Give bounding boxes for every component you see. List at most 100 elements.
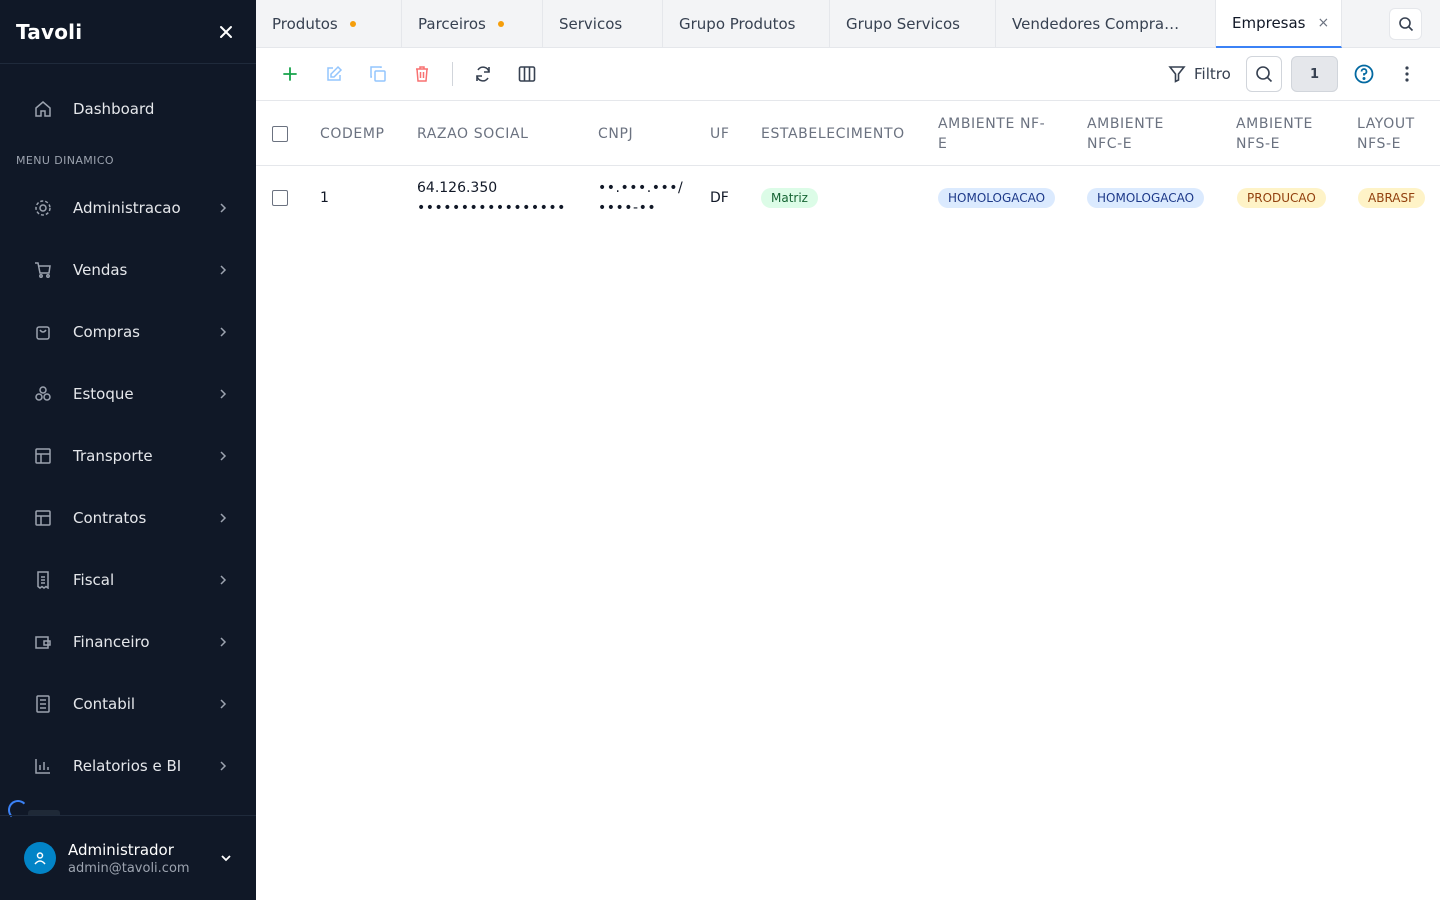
layout-icon <box>32 507 54 529</box>
toolbar-divider <box>452 62 453 86</box>
cart-icon <box>32 259 54 281</box>
tab-label: Servicos <box>559 15 623 33</box>
cell-uf: DF <box>710 190 729 206</box>
tab-empresas[interactable]: Empresas × <box>1216 0 1342 48</box>
filter-button[interactable]: Filtro <box>1168 62 1231 86</box>
column-header-codemp[interactable]: CODEMP <box>320 101 410 166</box>
search-button[interactable] <box>1246 56 1282 92</box>
user-icon <box>34 852 46 865</box>
sidebar-item-compras[interactable]: Compras <box>16 308 240 356</box>
cell-ambiente-nfse: PRODUCAO <box>1237 166 1326 230</box>
sidebar-item-financeiro[interactable]: Financeiro <box>16 618 240 666</box>
sidebar-item-estoque[interactable]: Estoque <box>16 370 240 418</box>
brand-logo: Tavoli <box>16 19 83 44</box>
unsaved-dot-icon <box>349 21 356 27</box>
user-name: Administrador <box>68 840 174 859</box>
sidebar-item-dashboard[interactable]: Dashboard <box>16 85 240 133</box>
chevron-right-icon <box>214 261 232 279</box>
plus-icon <box>283 67 297 81</box>
cell-codemp: 1 <box>320 190 329 206</box>
search-icon <box>1256 66 1273 83</box>
chevron-right-icon <box>214 323 232 341</box>
user-info: Administrador admin@tavoli.com <box>68 841 220 876</box>
tab-servicos[interactable]: Servicos <box>543 0 663 48</box>
tab-label: Vendedores Compra… <box>1012 15 1180 33</box>
boxes-icon <box>32 383 54 405</box>
sidebar-item-relatorios[interactable]: Relatorios e BI <box>16 742 240 790</box>
select-all-checkbox[interactable] <box>272 125 288 142</box>
sidebar-item-vendas[interactable]: Vendas <box>16 246 240 294</box>
menu-section-label: MENU DINAMICO <box>16 154 114 167</box>
status-badge: PRODUCAO <box>1237 188 1326 208</box>
user-menu[interactable]: Administrador admin@tavoli.com <box>0 815 256 900</box>
user-email: admin@tavoli.com <box>68 860 190 876</box>
sidebar-item-label: Financeiro <box>73 633 150 651</box>
status-badge: HOMOLOGACAO <box>938 188 1056 208</box>
data-table: CODEMP RAZAO SOCIAL CNPJ UF ESTABELECIME… <box>256 101 1440 230</box>
column-header-ambiente-nfse[interactable]: AMBIENTE NFS-E <box>1236 101 1346 166</box>
ledger-icon <box>32 693 54 715</box>
column-header-layout-nfse[interactable]: LAYOUT NFS-E <box>1357 101 1437 166</box>
select-all-cell <box>272 101 288 166</box>
column-header-estabelecimento[interactable]: ESTABELECIMENTO <box>761 101 921 166</box>
row-checkbox[interactable] <box>272 190 288 206</box>
tab-bar: Produtos Parceiros Servicos Grupo Produt… <box>256 0 1440 48</box>
sidebar-item-transporte[interactable]: Transporte <box>16 432 240 480</box>
search-icon <box>1398 17 1413 32</box>
toolbar: Filtro 1 <box>256 48 1440 101</box>
sidebar-item-label: Vendas <box>73 261 128 279</box>
sidebar-item-label: Relatorios e BI <box>73 757 182 775</box>
add-button[interactable] <box>278 62 302 86</box>
edit-button[interactable] <box>322 62 346 86</box>
sidebar-item-label: Contratos <box>73 509 147 527</box>
sidebar-item-fiscal[interactable]: Fiscal <box>16 556 240 604</box>
table-row[interactable]: 1 64.126.350 ••••••••••••••••• ••.•••.••… <box>256 166 1440 230</box>
trash-icon <box>416 66 428 82</box>
close-tab-icon[interactable]: × <box>1318 15 1330 31</box>
chevron-right-icon <box>214 199 232 217</box>
sidebar: Tavoli Dashboard MENU DINAMICO Administr… <box>0 0 256 900</box>
unsaved-dot-icon <box>497 21 504 27</box>
column-header-uf[interactable]: UF <box>710 101 750 166</box>
more-options-button[interactable] <box>1395 62 1419 86</box>
kebab-menu-icon <box>1405 66 1409 82</box>
avatar <box>24 842 56 874</box>
sidebar-item-administracao[interactable]: Administracao <box>16 184 240 232</box>
sidebar-item-label: Estoque <box>73 385 134 403</box>
columns-icon <box>518 66 536 82</box>
sidebar-item-contratos[interactable]: Contratos <box>16 494 240 542</box>
tab-label: Grupo Servicos <box>846 15 960 33</box>
close-sidebar-button[interactable] <box>212 18 240 46</box>
copy-icon <box>370 66 386 82</box>
column-header-cnpj[interactable]: CNPJ <box>598 101 698 166</box>
tab-produtos[interactable]: Produtos <box>256 0 402 48</box>
delete-button[interactable] <box>410 62 434 86</box>
tab-label: Produtos <box>272 15 338 33</box>
columns-button[interactable] <box>515 62 539 86</box>
sidebar-item-label: Compras <box>73 323 140 341</box>
chevron-right-icon <box>214 633 232 651</box>
column-header-ambiente-nfe[interactable]: AMBIENTE NF- E <box>938 101 1063 166</box>
chevron-right-icon <box>214 385 232 403</box>
duplicate-button[interactable] <box>366 62 390 86</box>
sidebar-item-label: Transporte <box>73 447 153 465</box>
filter-icon <box>1168 66 1186 83</box>
refresh-button[interactable] <box>471 62 495 86</box>
column-header-razao-social[interactable]: RAZAO SOCIAL <box>417 101 587 166</box>
record-count-badge[interactable]: 1 <box>1291 56 1338 92</box>
row-select-cell <box>272 166 288 230</box>
tab-vendedores-compradores[interactable]: Vendedores Compra… <box>996 0 1216 48</box>
chart-icon <box>32 755 54 777</box>
chevron-down-icon <box>221 855 231 862</box>
tab-search-button[interactable] <box>1389 8 1422 40</box>
cell-ambiente-nfce: HOMOLOGACAO <box>1087 166 1205 230</box>
help-button[interactable] <box>1352 62 1376 86</box>
sidebar-item-label: Dashboard <box>73 100 155 118</box>
receipt-icon <box>32 569 54 591</box>
tab-grupo-produtos[interactable]: Grupo Produtos <box>663 0 830 48</box>
tab-grupo-servicos[interactable]: Grupo Servicos <box>830 0 996 48</box>
tab-parceiros[interactable]: Parceiros <box>402 0 543 48</box>
bag-icon <box>32 321 54 343</box>
sidebar-item-contabil[interactable]: Contabil <box>16 680 240 728</box>
column-header-ambiente-nfce[interactable]: AMBIENTE NFC-E <box>1087 101 1212 166</box>
